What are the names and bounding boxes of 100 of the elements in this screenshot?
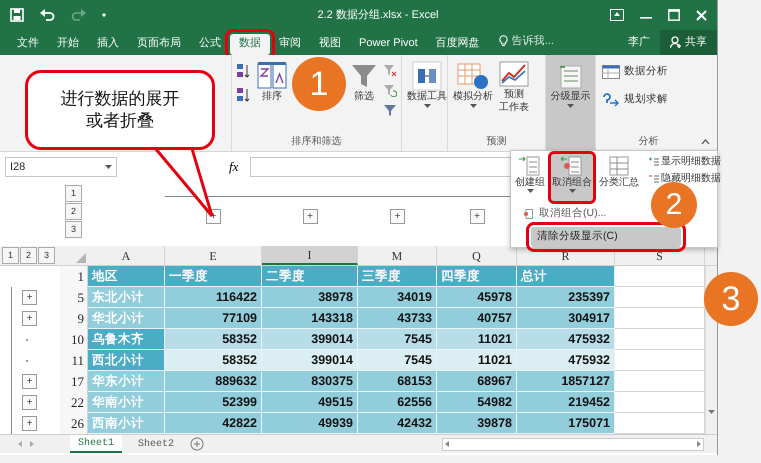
number-cell: 143318 bbox=[262, 308, 358, 329]
expand-button[interactable]: + bbox=[470, 209, 484, 224]
ribbon-tab[interactable]: 视图 bbox=[310, 34, 350, 55]
sort-ascending-icon[interactable] bbox=[236, 63, 252, 79]
expand-button[interactable]: + bbox=[22, 311, 37, 326]
ribbon-tab[interactable]: 公式 bbox=[190, 34, 230, 55]
funnel-cross-icon[interactable] bbox=[383, 63, 397, 77]
number-cell: 68153 bbox=[358, 371, 437, 392]
expand-button[interactable]: + bbox=[22, 374, 37, 389]
analysis-tool-button[interactable]: 规划求解 bbox=[600, 90, 670, 108]
horizontal-scrollbar[interactable] bbox=[442, 438, 704, 450]
region-cell: 华东小计 bbox=[88, 371, 165, 392]
outline-tool-button[interactable]: 分类汇总 bbox=[598, 154, 640, 201]
ribbon-tab[interactable]: 百度网盘 bbox=[426, 34, 489, 55]
outline-button[interactable]: 分级显示 bbox=[546, 55, 595, 151]
maximize-icon[interactable] bbox=[668, 9, 680, 21]
ribbon-tab[interactable]: 插入 bbox=[88, 34, 128, 55]
dot-icon[interactable] bbox=[102, 13, 106, 17]
row-number[interactable]: 1 bbox=[60, 266, 88, 287]
analysis-tool-button[interactable]: 数据分析 bbox=[600, 63, 670, 81]
name-box[interactable]: I28 bbox=[5, 157, 117, 177]
row-number[interactable]: 10 bbox=[60, 329, 88, 350]
column-header[interactable]: I bbox=[262, 246, 358, 265]
forecast-sheet-button[interactable]: 预测 工作表 bbox=[498, 59, 530, 134]
number-cell: 11021 bbox=[437, 329, 517, 350]
outline-level-button[interactable]: 2 bbox=[20, 247, 37, 264]
expand-button[interactable]: + bbox=[22, 290, 37, 305]
row-number[interactable]: 5 bbox=[60, 287, 88, 308]
ribbon-tab[interactable]: Power Pivot bbox=[350, 34, 427, 55]
circular-arrow-icon[interactable] bbox=[383, 83, 397, 97]
expand-button[interactable]: + bbox=[22, 395, 37, 410]
step-number: 3 bbox=[704, 272, 758, 326]
lightbulb-icon[interactable] bbox=[498, 34, 508, 47]
ribbon-tab[interactable]: 审阅 bbox=[270, 34, 310, 55]
number-cell: 399014 bbox=[262, 350, 358, 371]
table-columns-icon bbox=[412, 61, 442, 91]
caret-icon bbox=[568, 189, 576, 193]
expand-button[interactable]: + bbox=[22, 416, 37, 431]
number-cell: 45978 bbox=[437, 287, 517, 308]
number-cell: 830375 bbox=[262, 371, 358, 392]
subtotal-icon bbox=[608, 155, 630, 177]
outline-tool-button[interactable]: 取消组合 bbox=[551, 154, 593, 201]
sheet-tab[interactable]: Sheet2 bbox=[130, 435, 182, 453]
data-tools-button[interactable]: 数据工具 bbox=[406, 59, 448, 149]
row-number[interactable]: 22 bbox=[60, 392, 88, 413]
step-number: 2 bbox=[651, 182, 697, 228]
ribbon-tab[interactable]: 数据 bbox=[230, 34, 270, 55]
filter-button[interactable]: 筛选 bbox=[349, 59, 379, 134]
number-cell: 58352 bbox=[165, 350, 262, 371]
menu-item[interactable]: 取消组合(U)... bbox=[517, 204, 637, 224]
ribbon-tab[interactable]: 页面布局 bbox=[128, 34, 190, 55]
expand-button[interactable]: + bbox=[390, 209, 405, 224]
menu-item[interactable]: 清除分级显示(C) bbox=[531, 226, 681, 246]
funnel-pen-icon[interactable] bbox=[383, 103, 397, 117]
outline-level-button[interactable]: 3 bbox=[65, 221, 82, 238]
sort-button[interactable]: 排序 bbox=[256, 59, 288, 134]
outline-detail-button[interactable]: 显示明细数据 bbox=[649, 154, 721, 169]
region-cell: 华北小计 bbox=[88, 308, 165, 329]
ribbon-tab[interactable]: 开始 bbox=[48, 34, 88, 55]
collapse-ribbon-icon[interactable] bbox=[701, 139, 710, 145]
add-sheet-button[interactable] bbox=[190, 437, 204, 451]
outline-level-button[interactable]: 2 bbox=[65, 203, 82, 220]
outline-level-button[interactable]: 1 bbox=[65, 185, 82, 202]
group-label: 分析 bbox=[638, 134, 660, 149]
number-cell: 42432 bbox=[358, 413, 437, 434]
number-cell: 475932 bbox=[517, 329, 615, 350]
sheet-tab[interactable]: Sheet1 bbox=[70, 435, 122, 453]
step-number: 1 bbox=[292, 57, 346, 111]
outline-level-button[interactable]: 1 bbox=[2, 247, 19, 264]
ribbon-tab[interactable]: 文件 bbox=[8, 34, 48, 55]
number-cell: 7545 bbox=[358, 350, 437, 371]
outline-level-button[interactable]: 3 bbox=[38, 247, 55, 264]
number-cell: 34019 bbox=[358, 287, 437, 308]
right-arrow-icon[interactable] bbox=[697, 441, 701, 447]
down-arrow-icon[interactable] bbox=[708, 410, 715, 414]
left-arrow-icon[interactable] bbox=[445, 441, 449, 447]
callout-text: 或者折叠 bbox=[86, 110, 154, 132]
sort-descending-icon[interactable] bbox=[236, 87, 252, 103]
number-cell: 49939 bbox=[262, 413, 358, 434]
insert-function-button[interactable]: fx bbox=[225, 157, 242, 177]
what-if-analysis-button[interactable]: 模拟分析 bbox=[452, 59, 494, 134]
row-number[interactable]: 9 bbox=[60, 308, 88, 329]
column-header[interactable]: M bbox=[358, 246, 437, 265]
row-number[interactable]: 17 bbox=[60, 371, 88, 392]
redo-icon[interactable] bbox=[71, 8, 86, 22]
tell-me-field[interactable]: 告诉我... bbox=[512, 32, 574, 49]
region-cell: 西北小计 bbox=[88, 350, 165, 371]
row-number[interactable]: 26 bbox=[60, 413, 88, 434]
number-cell: 40757 bbox=[437, 308, 517, 329]
close-icon[interactable] bbox=[696, 10, 707, 20]
expand-button[interactable]: + bbox=[302, 209, 318, 224]
column-header[interactable]: A bbox=[88, 246, 165, 265]
save-icon[interactable] bbox=[10, 8, 24, 22]
share-button[interactable]: 共享 bbox=[660, 30, 717, 55]
outline-tool-button[interactable]: 创建组 bbox=[514, 154, 546, 201]
ribbon-display-icon[interactable] bbox=[610, 9, 624, 21]
row-number[interactable]: 11 bbox=[60, 350, 88, 371]
undo-icon[interactable] bbox=[40, 8, 55, 22]
number-cell: 43733 bbox=[358, 308, 437, 329]
number-cell: 42822 bbox=[165, 413, 262, 434]
